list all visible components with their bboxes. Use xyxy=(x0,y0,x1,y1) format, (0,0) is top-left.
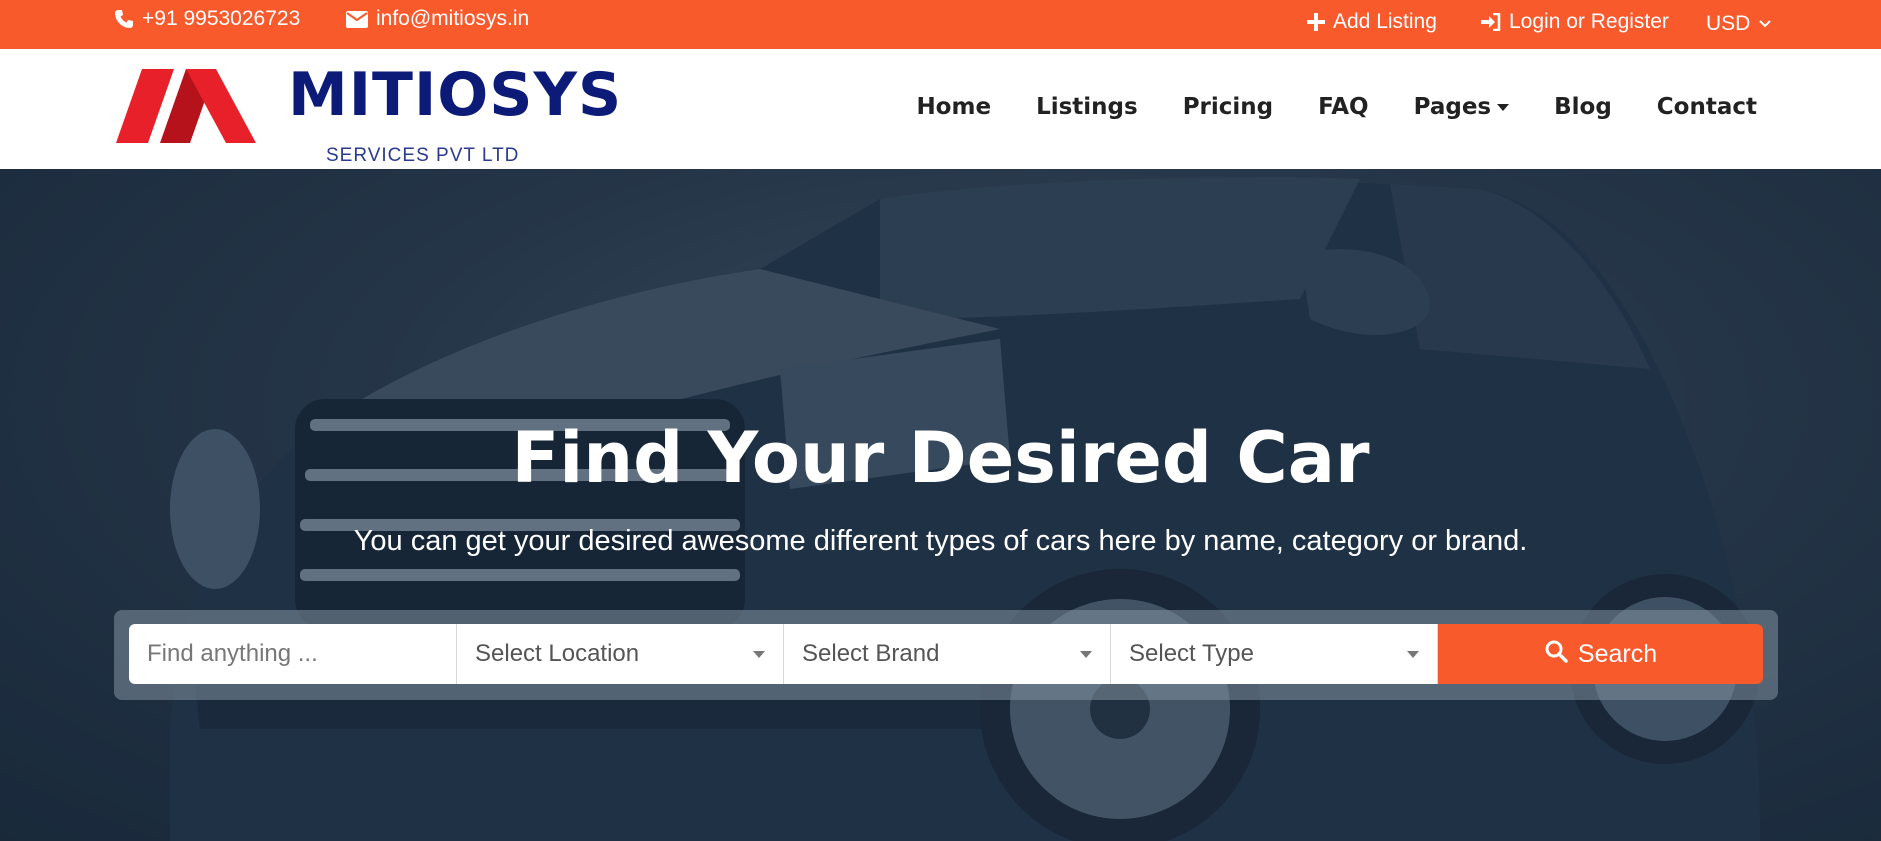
nav-pages[interactable]: Pages xyxy=(1414,94,1510,120)
search-icon xyxy=(1544,639,1568,670)
brand-select-value: Select Brand xyxy=(802,640,940,667)
phone-number: +91 9953026723 xyxy=(142,7,301,30)
type-select-value: Select Type xyxy=(1129,640,1254,667)
envelope-icon xyxy=(346,10,368,28)
type-select[interactable]: Select Type xyxy=(1111,624,1438,684)
chevron-down-icon xyxy=(1758,19,1772,29)
plus-icon xyxy=(1307,13,1325,31)
logo-mark xyxy=(116,69,256,143)
currency-value: USD xyxy=(1706,12,1751,35)
hero-subtitle: You can get your desired awesome differe… xyxy=(353,525,1528,557)
caret-down-icon xyxy=(1497,103,1510,111)
site-header: MITIOSYS SERVICES PVT LTD Home Listings … xyxy=(0,49,1881,169)
add-listing-label: Add Listing xyxy=(1333,10,1437,33)
search-form: Find anything ... Select Location Select… xyxy=(129,624,1763,684)
nav-listings[interactable]: Listings xyxy=(1036,94,1138,120)
login-label: Login or Register xyxy=(1509,10,1669,33)
brand-logo[interactable]: MITIOSYS SERVICES PVT LTD xyxy=(116,63,621,166)
nav-pages-label: Pages xyxy=(1413,94,1492,120)
location-select-value: Select Location xyxy=(475,640,640,667)
nav-home[interactable]: Home xyxy=(916,94,991,120)
nav-pricing[interactable]: Pricing xyxy=(1183,94,1273,120)
nav-faq[interactable]: FAQ xyxy=(1318,94,1368,120)
search-button[interactable]: Search xyxy=(1438,624,1763,684)
caret-down-icon xyxy=(1407,650,1419,658)
search-button-label: Search xyxy=(1577,639,1658,668)
main-nav: Home Listings Pricing FAQ Pages Blog Con… xyxy=(871,94,1757,120)
hero-title: Find Your Desired Car xyxy=(511,417,1370,499)
hero-overlay xyxy=(0,169,1881,841)
keyword-search-input[interactable]: Find anything ... xyxy=(129,624,457,684)
phone-icon xyxy=(114,9,134,29)
hero-section: Find Your Desired Car You can get your d… xyxy=(0,169,1881,841)
top-bar: +91 9953026723 info@mitiosys.in Add List… xyxy=(0,0,1881,49)
email-address: info@mitiosys.in xyxy=(376,7,530,30)
email-contact[interactable]: info@mitiosys.in xyxy=(346,7,529,31)
login-register-link[interactable]: Login or Register xyxy=(1481,10,1669,34)
add-listing-link[interactable]: Add Listing xyxy=(1307,10,1437,34)
caret-down-icon xyxy=(753,650,765,658)
caret-down-icon xyxy=(1080,650,1092,658)
brand-tagline: SERVICES PVT LTD xyxy=(326,145,520,166)
location-select[interactable]: Select Location xyxy=(457,624,784,684)
search-panel: Find anything ... Select Location Select… xyxy=(114,610,1778,700)
phone-contact[interactable]: +91 9953026723 xyxy=(114,7,300,31)
brand-name: MITIOSYS xyxy=(288,60,623,130)
currency-select[interactable]: USD xyxy=(1706,12,1772,36)
nav-contact[interactable]: Contact xyxy=(1657,94,1757,120)
sign-in-icon xyxy=(1481,13,1501,31)
nav-blog[interactable]: Blog xyxy=(1554,94,1612,120)
brand-select[interactable]: Select Brand xyxy=(784,624,1111,684)
